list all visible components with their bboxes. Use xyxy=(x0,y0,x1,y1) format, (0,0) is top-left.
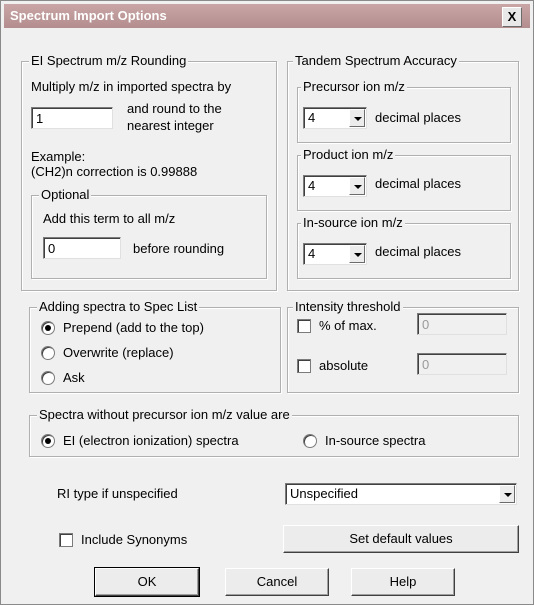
insource-decimal-label: decimal places xyxy=(375,244,461,259)
round-label-2: nearest integer xyxy=(127,118,214,133)
absolute-checkbox[interactable] xyxy=(297,359,311,373)
prepend-label[interactable]: Prepend (add to the top) xyxy=(63,320,204,335)
absolute-input[interactable]: 0 xyxy=(417,353,507,375)
percent-max-value: 0 xyxy=(422,317,430,332)
overwrite-label[interactable]: Overwrite (replace) xyxy=(63,345,174,360)
absolute-label[interactable]: absolute xyxy=(319,358,368,373)
chevron-down-icon[interactable] xyxy=(349,245,365,263)
chevron-down-icon[interactable] xyxy=(349,177,365,195)
ri-type-value: Unspecified xyxy=(290,486,358,501)
ei-spectra-label[interactable]: EI (electron ionization) spectra xyxy=(63,433,239,448)
help-button[interactable]: Help xyxy=(351,568,455,596)
insource-decimals-select[interactable]: 4 xyxy=(303,243,367,265)
ri-type-label: RI type if unspecified xyxy=(57,486,178,501)
product-decimal-label: decimal places xyxy=(375,176,461,191)
optional-group-label: Optional xyxy=(39,187,92,202)
multiplier-input[interactable]: 1 xyxy=(31,107,113,129)
add-term-input[interactable]: 0 xyxy=(43,237,121,259)
multiplier-value: 1 xyxy=(36,111,44,126)
ok-button[interactable]: OK xyxy=(94,567,200,597)
add-term-value: 0 xyxy=(48,241,56,256)
ask-radio[interactable] xyxy=(41,371,55,385)
overwrite-radio[interactable] xyxy=(41,346,55,360)
product-decimals-select[interactable]: 4 xyxy=(303,175,367,197)
chevron-down-icon[interactable] xyxy=(499,485,515,503)
product-group-label: Product ion m/z xyxy=(301,147,396,162)
product-decimals-value: 4 xyxy=(308,178,316,193)
prepend-radio[interactable] xyxy=(41,321,55,335)
example-text: (CH2)n correction is 0.99888 xyxy=(31,164,198,179)
percent-max-input[interactable]: 0 xyxy=(417,313,507,335)
cancel-button[interactable]: Cancel xyxy=(225,568,329,596)
dialog-window: Spectrum Import Options X EI Spectrum m/… xyxy=(0,0,534,605)
set-default-button[interactable]: Set default values xyxy=(283,525,519,553)
precursor-decimals-value: 4 xyxy=(308,110,316,125)
before-rounding-label: before rounding xyxy=(133,241,225,256)
ei-spectra-radio[interactable] xyxy=(41,434,55,448)
include-synonyms-checkbox[interactable] xyxy=(59,533,73,547)
add-term-label: Add this term to all m/z xyxy=(43,211,176,226)
ri-type-select[interactable]: Unspecified xyxy=(285,483,517,505)
precursor-decimal-label: decimal places xyxy=(375,110,461,125)
chevron-down-icon[interactable] xyxy=(349,109,365,127)
close-button[interactable]: X xyxy=(502,7,522,27)
multiply-label: Multiply m/z in imported spectra by xyxy=(31,79,232,94)
insource-decimals-value: 4 xyxy=(308,246,316,261)
intensity-group-label: Intensity threshold xyxy=(293,299,403,314)
precursor-decimals-select[interactable]: 4 xyxy=(303,107,367,129)
insource-spectra-radio[interactable] xyxy=(303,434,317,448)
ei-rounding-group-label: EI Spectrum m/z Rounding xyxy=(29,53,189,68)
example-label: Example: xyxy=(31,149,86,164)
percent-max-label[interactable]: % of max. xyxy=(319,318,377,333)
title-bar[interactable]: Spectrum Import Options X xyxy=(4,4,530,28)
percent-max-checkbox[interactable] xyxy=(297,319,311,333)
adding-group-label: Adding spectra to Spec List xyxy=(37,299,200,314)
precursorless-group-label: Spectra without precursor ion m/z value … xyxy=(37,407,292,422)
tandem-group-label: Tandem Spectrum Accuracy xyxy=(293,53,459,68)
round-label-1: and round to the xyxy=(127,101,222,116)
ask-label[interactable]: Ask xyxy=(63,370,85,385)
include-synonyms-label[interactable]: Include Synonyms xyxy=(81,532,187,547)
precursor-group-label: Precursor ion m/z xyxy=(301,79,407,94)
absolute-value: 0 xyxy=(422,357,430,372)
dialog-title: Spectrum Import Options xyxy=(10,8,167,23)
insource-spectra-label[interactable]: In-source spectra xyxy=(325,433,425,448)
insource-group-label: In-source ion m/z xyxy=(301,215,405,230)
